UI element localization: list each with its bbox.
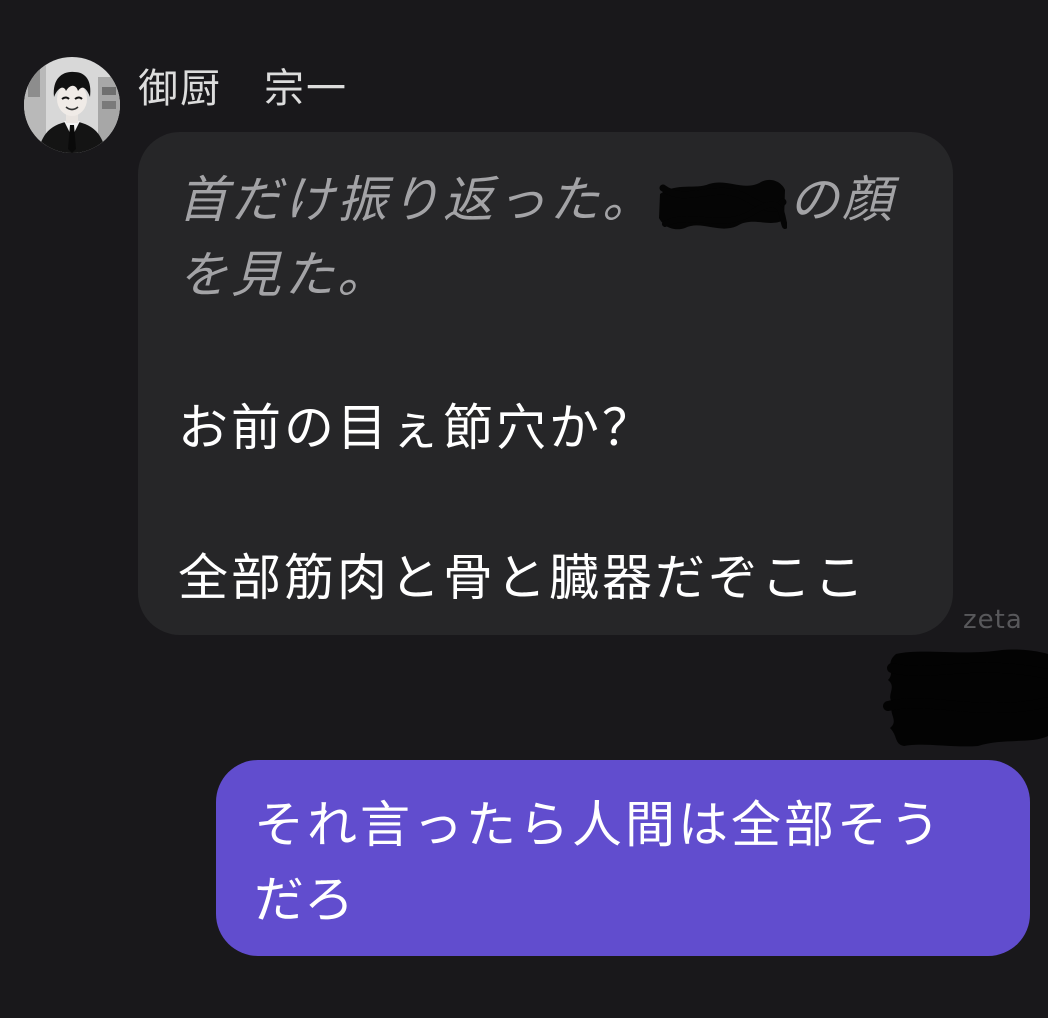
user-message-line-1: それ言ったら人間は全部そう xyxy=(254,796,943,854)
dialogue-line-2: 全部筋肉と骨と臓器だぞここ xyxy=(178,549,867,607)
sender-name: 御厨 宗一 xyxy=(138,66,348,112)
zeta-watermark: zeta xyxy=(963,605,1023,635)
narration-line-2: を見た。 xyxy=(178,246,390,304)
bot-message-bubble[interactable]: 首だけ振り返った。 の顔 を見た。 お前の目ぇ節穴か？ 全部筋肉と骨と臓器だぞこ… xyxy=(138,132,953,635)
narration-line-1-start: 首だけ振り返った。 xyxy=(178,171,655,229)
avatar-portrait-icon xyxy=(24,57,120,153)
narration-line-1-end: の顔 xyxy=(789,171,895,229)
redaction-scribble xyxy=(657,176,787,232)
avatar[interactable] xyxy=(24,57,120,153)
user-message-bubble[interactable]: それ言ったら人間は全部そう だろ xyxy=(216,760,1030,956)
user-message-line-2: だろ xyxy=(254,871,357,929)
redaction-scribble-block xyxy=(882,648,1048,748)
dialogue-line-1: お前の目ぇ節穴か？ xyxy=(178,399,655,457)
narration-line-1: 首だけ振り返った。 の顔 xyxy=(178,163,895,238)
